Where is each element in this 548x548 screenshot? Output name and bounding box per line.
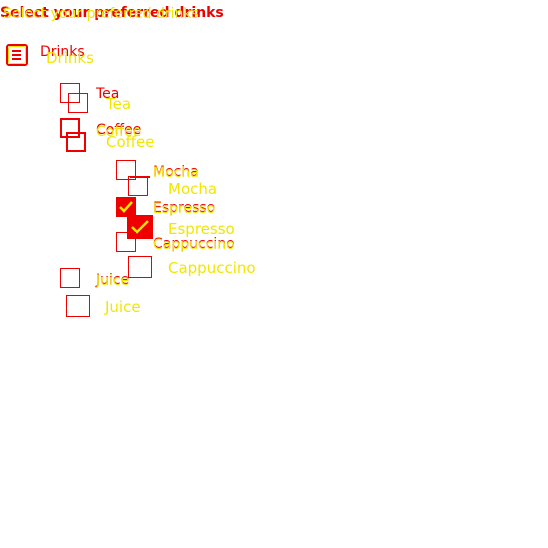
checkbox-juice[interactable] [60, 268, 80, 288]
checkbox-cappuccino-ghost [128, 256, 152, 278]
checkbox-tea-ghost [68, 93, 88, 113]
checkbox-mocha-ghost [128, 176, 148, 196]
label-espresso-ghost-top: Espresso [153, 201, 216, 217]
checkbox-espresso[interactable] [116, 197, 136, 217]
label-mocha-ghost-top: Mocha [153, 165, 199, 181]
label-juice-ghost-top: Juice [96, 273, 130, 289]
label-tea-ghost: Tea [106, 95, 132, 113]
list-checkbox-icon-ghost [8, 46, 26, 64]
label-cappuccino-ghost-top: Cappuccino [153, 237, 235, 253]
root-label-ghost: Drinks [46, 49, 94, 67]
tree-connector [130, 176, 150, 178]
label-coffee-ghost: Coffee [106, 133, 155, 151]
checkbox-juice-ghost [66, 295, 90, 317]
check-icon [119, 201, 133, 213]
page-title-ghost: Select your preferred drinks [3, 6, 199, 22]
label-mocha-ghost: Mocha [168, 180, 218, 198]
label-cappuccino-ghost: Cappuccino [168, 259, 256, 277]
checkbox-coffee-ghost [66, 132, 86, 152]
label-juice-ghost: Juice [105, 298, 141, 316]
checkbox-cappuccino[interactable] [116, 232, 136, 252]
